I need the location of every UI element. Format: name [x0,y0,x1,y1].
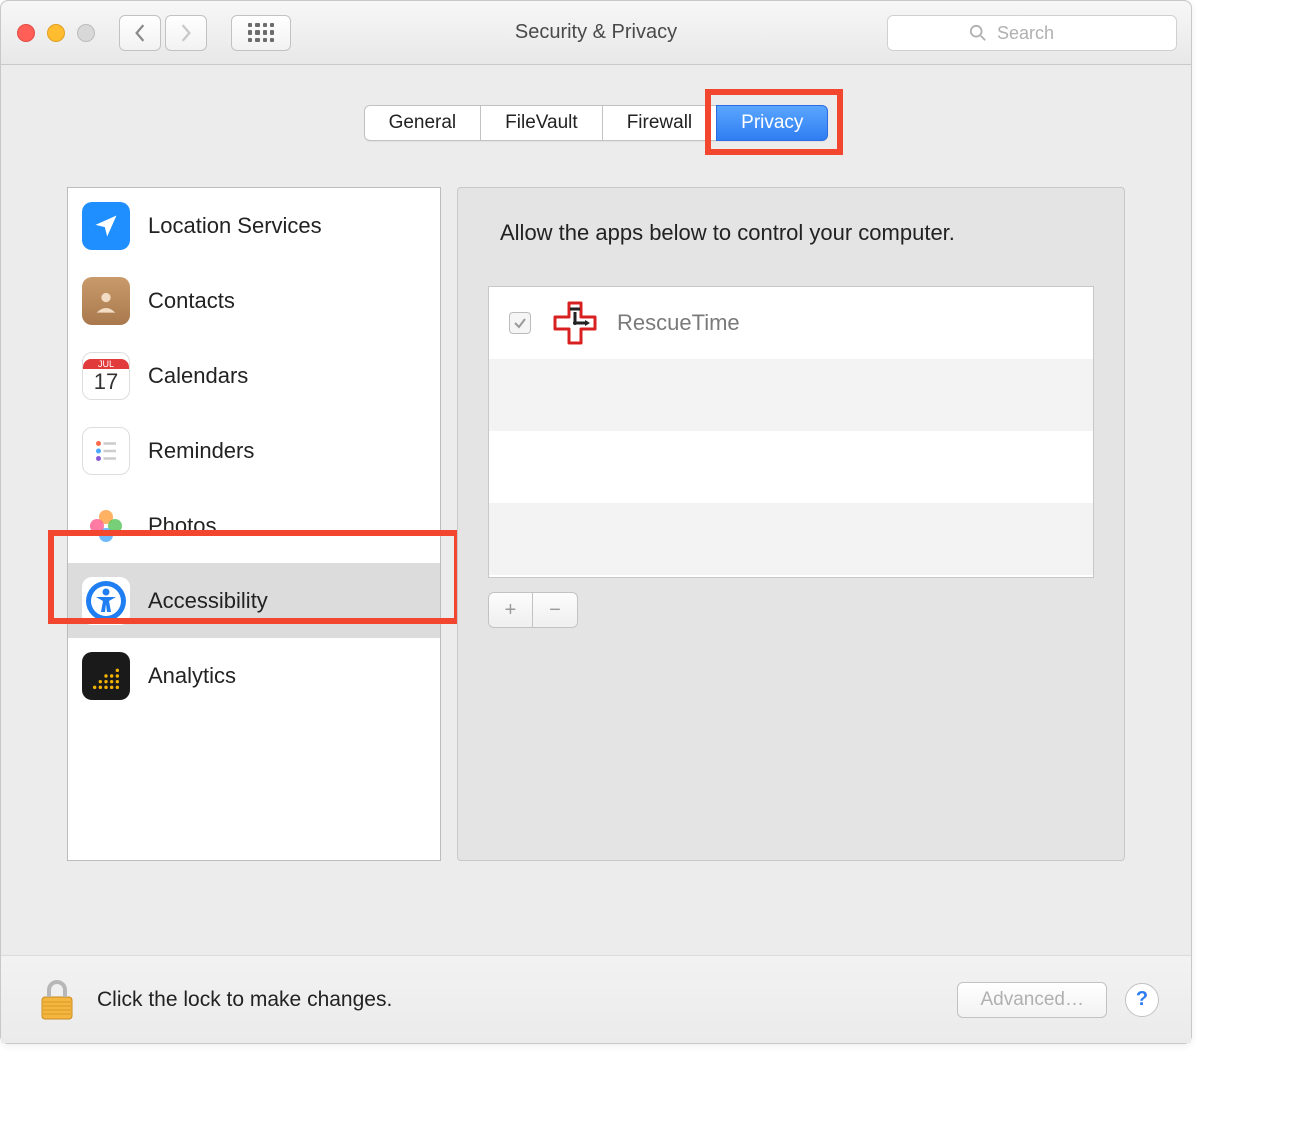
tab-firewall[interactable]: Firewall [602,105,716,141]
detail-pane: Allow the apps below to control your com… [457,187,1125,861]
app-row-empty [489,503,1093,575]
checkmark-icon [513,316,527,330]
search-input[interactable] [995,22,1095,45]
lock-icon[interactable] [33,976,81,1024]
sidebar-item-label: Contacts [148,288,235,314]
contacts-icon [82,277,130,325]
sidebar-item-location-services[interactable]: Location Services [68,188,440,263]
show-all-prefs-button[interactable] [231,15,291,51]
sidebar-item-accessibility[interactable]: Accessibility [68,563,440,638]
sidebar-item-calendars[interactable]: JUL 17 Calendars [68,338,440,413]
zoom-window-button[interactable] [77,24,95,42]
app-name: RescueTime [617,310,740,336]
advanced-button[interactable]: Advanced… [957,982,1107,1018]
add-remove-buttons: + − [488,592,578,628]
tab-filevault[interactable]: FileVault [480,105,602,141]
calendar-icon-month: JUL [83,359,129,369]
pane-heading: Allow the apps below to control your com… [500,220,1094,246]
sidebar-item-label: Accessibility [148,588,268,614]
back-button[interactable] [119,15,161,51]
sidebar-item-label: Analytics [148,663,236,689]
analytics-icon [82,652,130,700]
search-icon [969,24,987,42]
tab-privacy[interactable]: Privacy [716,105,828,141]
traffic-lights [17,24,95,42]
preferences-window: Security & Privacy General FileVault Fir… [0,0,1192,1044]
tab-bar: General FileVault Firewall Privacy [1,105,1191,141]
sidebar-item-photos[interactable]: Photos [68,488,440,563]
close-window-button[interactable] [17,24,35,42]
minimize-window-button[interactable] [47,24,65,42]
sidebar-item-reminders[interactable]: Reminders [68,413,440,488]
reminders-icon [82,427,130,475]
app-row[interactable]: RescueTime [489,287,1093,359]
sidebar-item-label: Reminders [148,438,254,464]
add-app-button[interactable]: + [489,593,533,627]
tab-general[interactable]: General [364,105,481,141]
grid-icon [248,23,274,43]
sidebar-item-label: Location Services [148,213,322,239]
remove-app-button[interactable]: − [533,593,577,627]
sidebar-item-contacts[interactable]: Contacts [68,263,440,338]
privacy-category-sidebar: Location Services Contacts JUL 17 Calend… [67,187,441,861]
search-field[interactable] [887,15,1177,51]
footer: Click the lock to make changes. Advanced… [1,955,1191,1043]
calendar-icon-day: 17 [94,371,118,393]
app-checkbox[interactable] [509,312,531,334]
titlebar: Security & Privacy [1,1,1191,65]
sidebar-item-analytics[interactable]: Analytics [68,638,440,713]
forward-button[interactable] [165,15,207,51]
content-area: Location Services Contacts JUL 17 Calend… [67,187,1125,861]
photos-icon [82,502,130,550]
sidebar-item-label: Photos [148,513,217,539]
help-button[interactable]: ? [1125,983,1159,1017]
lock-hint-text: Click the lock to make changes. [97,988,392,1012]
app-list: RescueTime [488,286,1094,578]
app-row-empty [489,431,1093,503]
app-row-empty [489,359,1093,431]
tab-segment: General FileVault Firewall Privacy [364,105,829,141]
calendar-icon: JUL 17 [82,352,130,400]
accessibility-icon [82,577,130,625]
rescuetime-icon [549,297,601,349]
sidebar-item-label: Calendars [148,363,248,389]
location-icon [82,202,130,250]
nav-buttons [119,15,207,51]
